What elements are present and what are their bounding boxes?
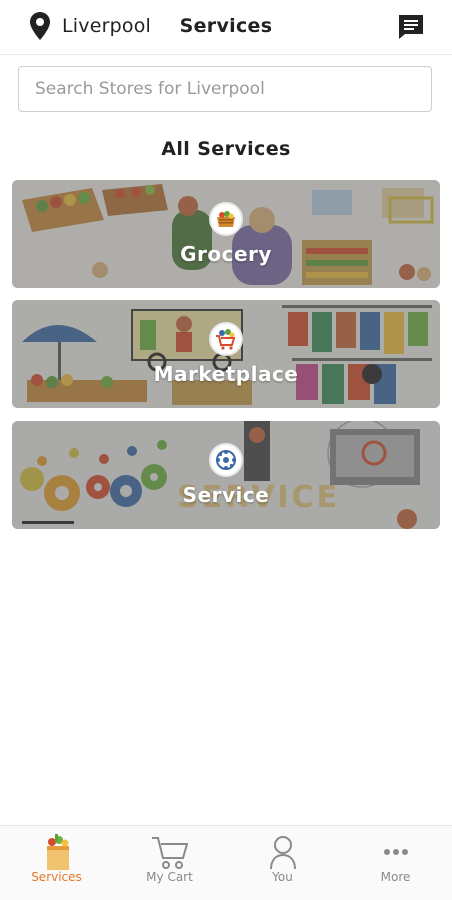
nav-label-you: You xyxy=(272,870,293,884)
chat-icon[interactable] xyxy=(396,12,426,42)
service-label-marketplace: Marketplace xyxy=(153,362,299,386)
marketplace-cart-icon xyxy=(209,322,243,356)
page-title: Services xyxy=(179,15,273,37)
bottom-navigation: Services My Cart You More xyxy=(0,825,452,900)
more-dots-icon xyxy=(376,834,416,870)
nav-item-services[interactable]: Services xyxy=(0,826,113,900)
nav-item-my-cart[interactable]: My Cart xyxy=(113,826,226,900)
cart-icon xyxy=(150,834,190,870)
person-icon xyxy=(263,834,303,870)
search-input[interactable] xyxy=(18,66,432,112)
nav-item-more[interactable]: More xyxy=(339,826,452,900)
nav-label-my-cart: My Cart xyxy=(146,870,193,884)
section-title: All Services xyxy=(161,138,291,160)
service-network-icon xyxy=(209,443,243,477)
grocery-bag-icon xyxy=(37,834,77,870)
nav-item-you[interactable]: You xyxy=(226,826,339,900)
nav-label-more: More xyxy=(380,870,411,884)
nav-label-services: Services xyxy=(31,870,82,884)
service-card-service[interactable]: SERVICE Service xyxy=(12,421,440,529)
grocery-basket-icon xyxy=(209,202,243,236)
service-card-grocery[interactable]: Grocery xyxy=(12,180,440,288)
service-label-service: Service xyxy=(182,483,270,507)
service-card-marketplace[interactable]: Marketplace xyxy=(12,300,440,408)
service-label-grocery: Grocery xyxy=(180,242,272,266)
top-bar: Liverpool Services xyxy=(0,0,452,55)
